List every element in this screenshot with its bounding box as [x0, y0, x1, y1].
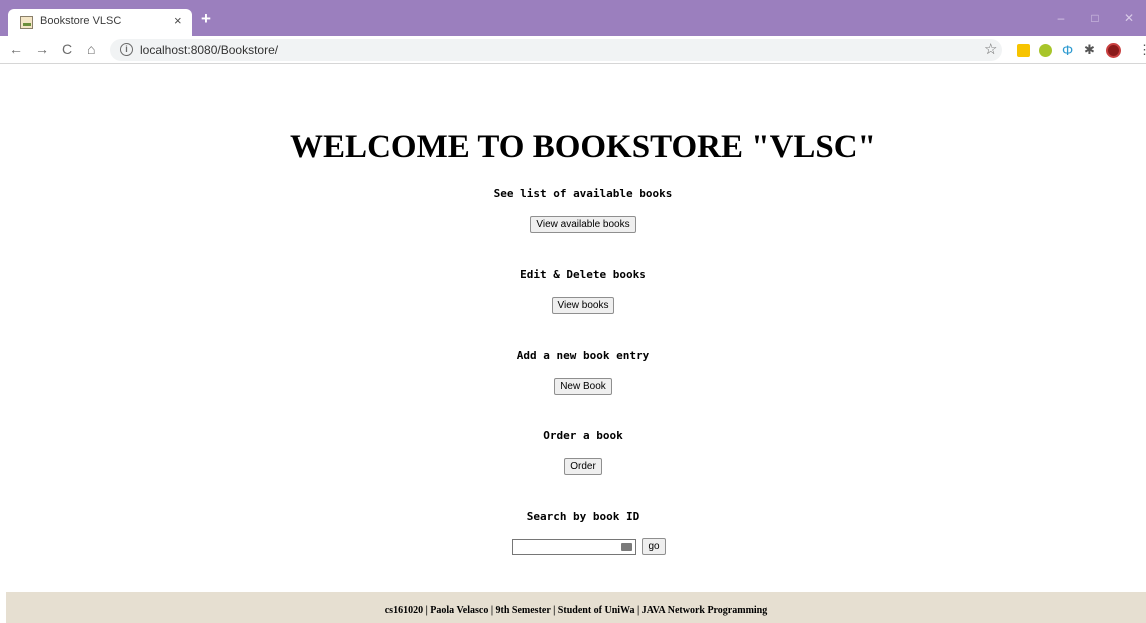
- footer-text: cs161020 | Paola Velasco | 9th Semester …: [384, 605, 768, 616]
- tab-title: Bookstore VLSC: [40, 15, 122, 27]
- browser-toolbar: ← → C ⌂ i localhost:8080/Bookstore/ ☆ Φ …: [0, 36, 1146, 64]
- footer: cs161020 | Paola Velasco | 9th Semester …: [6, 592, 1146, 623]
- home-icon[interactable]: ⌂: [87, 41, 95, 57]
- favicon-icon: [20, 16, 33, 29]
- keyboard-icon: [621, 542, 633, 551]
- view-books-button[interactable]: View books: [551, 297, 615, 314]
- page-content: WELCOME TO BOOKSTORE "VLSC" See list of …: [0, 65, 1146, 623]
- browser-tab[interactable]: Bookstore VLSC ×: [8, 9, 192, 36]
- section-new-book: Add a new book entry New Book: [0, 349, 1146, 395]
- back-icon[interactable]: ←: [9, 41, 23, 57]
- section-available-books: See list of available books View availab…: [0, 187, 1146, 233]
- section-heading: See list of available books: [493, 187, 673, 200]
- yellow-extension-icon[interactable]: [1017, 44, 1030, 57]
- tab-strip: Bookstore VLSC × + – □ ✕: [0, 0, 1146, 36]
- section-heading: Edit & Delete books: [520, 268, 646, 281]
- new-tab-icon[interactable]: +: [201, 9, 211, 29]
- close-tab-icon[interactable]: ×: [174, 13, 182, 28]
- bookmark-star-icon[interactable]: ☆: [984, 40, 997, 58]
- profile-avatar[interactable]: [1106, 43, 1121, 58]
- section-heading: Search by book ID: [526, 510, 640, 523]
- reload-icon[interactable]: C: [62, 41, 72, 57]
- address-bar[interactable]: i localhost:8080/Bookstore/ ☆: [110, 39, 1002, 61]
- info-icon[interactable]: i: [120, 43, 133, 56]
- url-text[interactable]: localhost:8080/Bookstore/: [140, 43, 278, 57]
- view-available-books-button[interactable]: View available books: [530, 216, 636, 233]
- page-title: WELCOME TO BOOKSTORE "VLSC": [290, 129, 876, 165]
- order-button[interactable]: Order: [564, 458, 602, 475]
- green-extension-icon[interactable]: [1039, 44, 1052, 57]
- menu-icon[interactable]: ⋮: [1138, 42, 1146, 58]
- window-controls: – □ ✕: [1044, 0, 1146, 36]
- book-id-input[interactable]: [512, 538, 637, 555]
- maximize-icon[interactable]: □: [1078, 0, 1112, 36]
- minimize-icon[interactable]: –: [1044, 0, 1078, 36]
- puzzle-extension-icon[interactable]: ✱: [1084, 42, 1095, 58]
- forward-icon[interactable]: →: [35, 41, 49, 57]
- go-button[interactable]: go: [642, 538, 666, 555]
- blue-extension-icon[interactable]: Φ: [1062, 42, 1073, 58]
- section-order: Order a book Order: [0, 429, 1146, 475]
- search-row: go: [512, 538, 666, 555]
- section-edit-delete: Edit & Delete books View books: [0, 268, 1146, 314]
- section-search: Search by book ID go: [0, 510, 1146, 560]
- new-book-button[interactable]: New Book: [554, 378, 612, 395]
- close-window-icon[interactable]: ✕: [1112, 0, 1146, 36]
- section-heading: Order a book: [543, 429, 623, 442]
- section-heading: Add a new book entry: [516, 349, 650, 362]
